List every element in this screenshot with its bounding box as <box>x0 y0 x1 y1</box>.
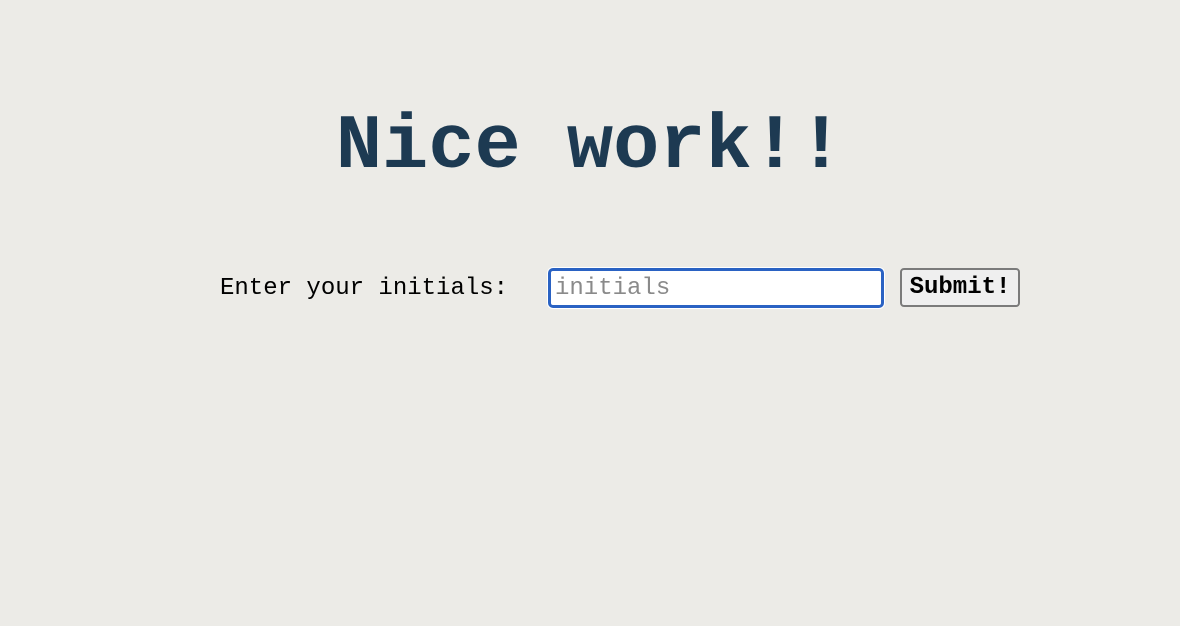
initials-label: Enter your initials: <box>220 275 509 302</box>
page-title: Nice work!! <box>335 104 845 191</box>
initials-form: Enter your initials: Submit! <box>0 268 1180 308</box>
submit-button[interactable]: Submit! <box>900 268 1020 307</box>
initials-input[interactable] <box>548 268 884 308</box>
page: Nice work!! Enter your initials: Submit! <box>0 0 1180 626</box>
